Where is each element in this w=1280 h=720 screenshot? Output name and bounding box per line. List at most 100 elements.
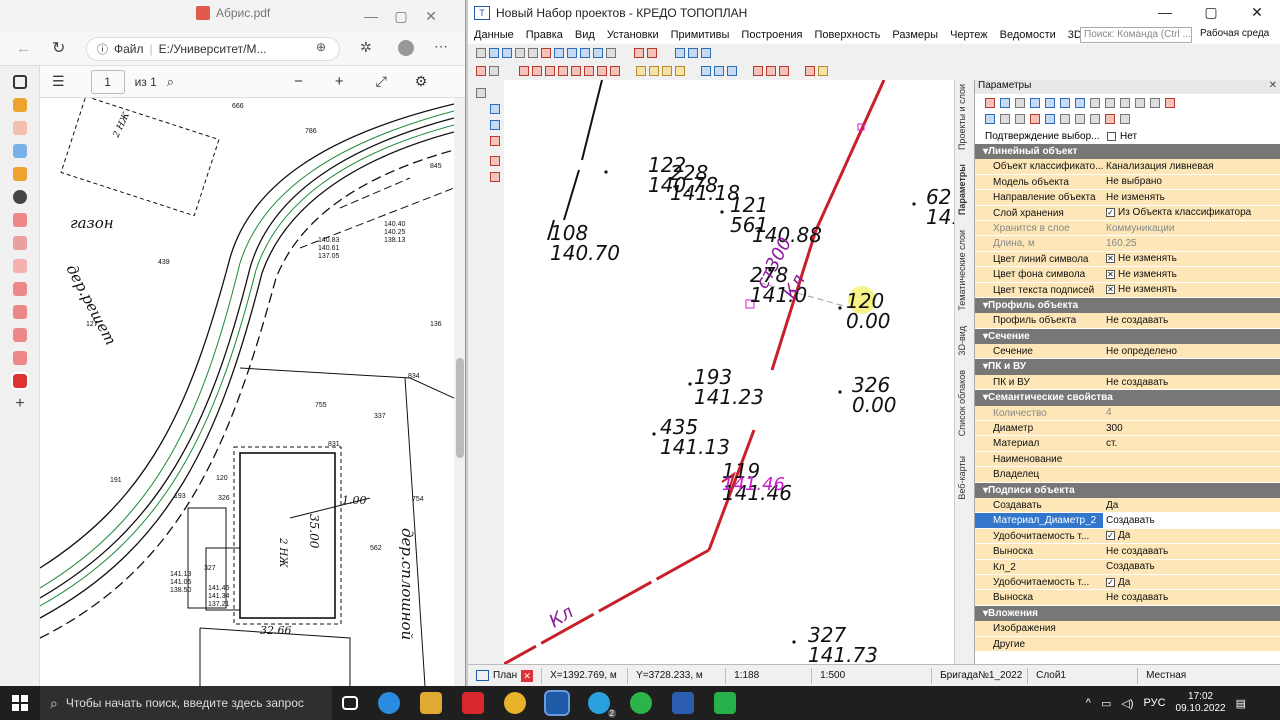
edge-icon[interactable] — [378, 692, 400, 714]
property-section[interactable]: ▾ Подписи объекта — [975, 482, 1280, 498]
property-section[interactable]: ▾ Семантические свойства — [975, 390, 1280, 406]
property-section[interactable]: ▾ Профиль объекта — [975, 297, 1280, 314]
pdf-icon[interactable] — [13, 121, 27, 135]
zoom-icon[interactable]: ⊕ — [316, 40, 326, 54]
eyedropper-icon[interactable] — [1150, 98, 1160, 108]
property-value[interactable]: Не определено — [1103, 344, 1280, 360]
property-row[interactable]: Материал ст. — [975, 436, 1280, 452]
property-checkbox[interactable]: ✓ — [1106, 531, 1115, 541]
volume-icon[interactable]: ◁) — [1121, 697, 1133, 710]
pdf-icon[interactable] — [13, 351, 27, 365]
property-section[interactable]: ▾ Сечение — [975, 328, 1280, 345]
menu-reports[interactable]: Ведомости — [994, 29, 1062, 41]
back-icon[interactable]: ← — [16, 40, 31, 57]
property-row[interactable]: Цвет фона символа ✕ Не изменять — [975, 267, 1280, 283]
tool-icon[interactable] — [558, 66, 568, 76]
property-row[interactable]: ПК и ВУ Не создавать — [975, 374, 1280, 391]
bookmark-icon[interactable] — [13, 98, 27, 112]
property-value[interactable]: 300 — [1103, 421, 1280, 437]
word-icon[interactable] — [672, 692, 694, 714]
tool-icon[interactable] — [753, 66, 763, 76]
zoom-in-icon[interactable] — [567, 48, 577, 58]
property-row[interactable]: Профиль объекта Не создавать — [975, 313, 1280, 329]
tool-icon[interactable] — [701, 66, 711, 76]
minimize-icon[interactable]: — — [356, 8, 386, 25]
new-icon[interactable] — [476, 48, 486, 58]
property-value[interactable] — [1103, 467, 1280, 483]
tool-icon[interactable] — [779, 66, 789, 76]
property-value[interactable]: Создавать — [1103, 559, 1280, 575]
tool-icon[interactable] — [649, 66, 659, 76]
telegram-icon[interactable]: 2 — [588, 692, 616, 718]
chevron-up-icon[interactable]: ^ — [1086, 697, 1091, 709]
tool-icon[interactable] — [1015, 114, 1025, 124]
tool-icon[interactable] — [476, 88, 486, 98]
tool-icon[interactable] — [675, 66, 685, 76]
plan-tab[interactable]: План ✕ — [468, 667, 543, 684]
tool-icon[interactable] — [1045, 98, 1055, 108]
status-scale-2[interactable]: 1:500 — [812, 667, 933, 684]
property-row[interactable]: Кл_2 Создавать — [975, 559, 1280, 575]
property-value[interactable]: Не выбрано — [1103, 174, 1280, 191]
tool-icon[interactable] — [1090, 98, 1100, 108]
select-icon[interactable] — [675, 48, 685, 58]
tool-icon[interactable] — [490, 120, 500, 130]
pdf-document-view[interactable]: газон дер.решет дер.сплошной 2 НЖ 2 НЖ 1… — [40, 98, 454, 686]
pdf-icon[interactable] — [13, 282, 27, 296]
collection-icon[interactable] — [13, 144, 27, 158]
property-value[interactable]: 4 — [1103, 405, 1280, 422]
network-icon[interactable]: ▭ — [1101, 697, 1111, 710]
tab-params[interactable]: Параметры — [957, 164, 967, 215]
property-section[interactable]: ▾ Линейный объект — [975, 144, 1280, 160]
tool-icon[interactable] — [1075, 98, 1085, 108]
tool-icon[interactable] — [636, 66, 646, 76]
tool-icon[interactable] — [597, 66, 607, 76]
property-value[interactable]: ст. — [1103, 436, 1280, 452]
page-number-input[interactable]: 1 — [90, 69, 125, 94]
property-section[interactable]: ▾ ПК и ВУ — [975, 359, 1280, 375]
tab-projects[interactable]: Проекты и слои — [957, 84, 967, 150]
tool-icon[interactable] — [727, 66, 737, 76]
status-layer-1[interactable]: Бригада№1_2022 — [932, 667, 1029, 684]
tool-icon[interactable] — [1105, 98, 1115, 108]
tool-icon[interactable] — [662, 66, 672, 76]
url-field[interactable]: ⓘ Файл | E:/Университет/М... — [86, 37, 340, 61]
close-icon[interactable]: ✕ — [1269, 80, 1277, 91]
toc-icon[interactable]: ☰ — [52, 73, 65, 90]
confirm-checkbox[interactable] — [1107, 131, 1116, 141]
pdf-icon[interactable] — [13, 328, 27, 342]
plan-canvas[interactable]: 122 140.78 228 141.18 108 140.70 121 140… — [504, 80, 960, 664]
menu-edit[interactable]: Правка — [520, 29, 569, 41]
whatsapp-icon[interactable] — [630, 692, 652, 714]
property-row[interactable]: Материал_Диаметр_2 Создавать — [975, 513, 1280, 529]
property-row[interactable]: Цвет линий символа ✕ Не изменять — [975, 251, 1280, 268]
taskbar-search[interactable]: ⌕ Чтобы начать поиск, введите здесь запр… — [40, 686, 332, 720]
property-value[interactable]: Не изменять — [1103, 190, 1280, 206]
tab-3d[interactable]: 3D-вид — [957, 326, 967, 356]
redo-icon[interactable] — [528, 48, 538, 58]
property-checkbox[interactable]: ✓ — [1106, 208, 1115, 218]
cancel-icon[interactable] — [1165, 98, 1175, 108]
property-row[interactable]: Владелец — [975, 467, 1280, 483]
property-row[interactable]: Выноска Не создавать — [975, 590, 1280, 606]
app-icon[interactable] — [714, 692, 736, 714]
property-value[interactable]: Не создавать — [1103, 590, 1280, 606]
command-search-input[interactable]: Поиск: Команда (Ctrl ... — [1080, 27, 1192, 43]
tool-icon[interactable] — [1000, 114, 1010, 124]
property-value[interactable]: ✓ Да — [1103, 574, 1280, 591]
property-value[interactable] — [1103, 451, 1280, 468]
menu-dimensions[interactable]: Размеры — [886, 29, 944, 41]
tool-icon[interactable] — [766, 66, 776, 76]
menu-drawing[interactable]: Чертеж — [944, 29, 994, 41]
maximize-icon[interactable]: ▢ — [386, 8, 416, 25]
close-icon[interactable]: ✕ — [1234, 4, 1280, 21]
puzzle-icon[interactable] — [13, 190, 27, 204]
close-plan-icon[interactable]: ✕ — [521, 669, 534, 682]
tool-icon[interactable] — [489, 66, 499, 76]
tool-icon[interactable] — [610, 66, 620, 76]
tool-icon[interactable] — [1045, 114, 1055, 124]
fit-page-icon[interactable]: ⤢ — [376, 73, 387, 90]
property-section[interactable]: ▾ Вложения — [975, 605, 1280, 622]
pdf-icon[interactable] — [11, 372, 29, 390]
tool-icon[interactable] — [1060, 114, 1070, 124]
